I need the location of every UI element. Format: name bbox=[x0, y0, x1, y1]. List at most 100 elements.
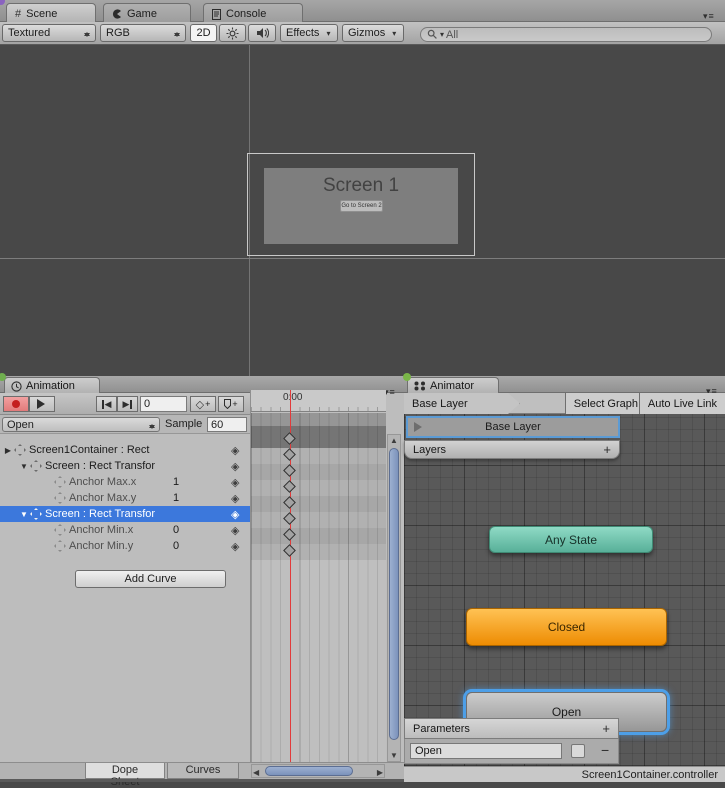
property-value[interactable]: 0 bbox=[173, 540, 179, 552]
scene-tab-dot bbox=[0, 0, 5, 5]
layer-row-base-layer[interactable]: Base Layer bbox=[406, 416, 620, 438]
keyframe-diamond-icon[interactable]: ◈ bbox=[231, 492, 239, 505]
parameter-name-field[interactable]: Open bbox=[410, 743, 562, 759]
scroll-right-icon[interactable]: ▶ bbox=[377, 768, 383, 777]
property-value[interactable]: 0 bbox=[173, 524, 179, 536]
rect-transform-icon bbox=[54, 524, 66, 536]
property-value[interactable]: 1 bbox=[173, 492, 179, 504]
screen1-go-button[interactable]: Go to Screen 2 bbox=[340, 200, 383, 212]
tab-dope-sheet[interactable]: Dope Sheet bbox=[85, 763, 165, 779]
audio-toggle-button[interactable] bbox=[248, 24, 276, 42]
property-row-anchor-max-y[interactable]: Anchor Max.y 1 ◈ bbox=[0, 490, 250, 506]
search-filter-caret-icon: ▾ bbox=[440, 30, 444, 39]
play-button[interactable] bbox=[29, 396, 55, 412]
first-key-button[interactable]: ◀ bbox=[96, 396, 117, 412]
animation-bottom-bar: Dope Sheet Curves ◀ ▶ bbox=[0, 762, 404, 779]
parameter-checkbox[interactable] bbox=[571, 744, 585, 758]
state-node-any-state[interactable]: Any State bbox=[489, 526, 653, 553]
scene-pane-menu-icon[interactable]: ▾≡ bbox=[703, 11, 715, 22]
keyframe-diamond-icon[interactable]: ◈ bbox=[231, 540, 239, 553]
scroll-up-icon[interactable]: ▲ bbox=[388, 436, 400, 445]
tab-animator-label: Animator bbox=[430, 380, 474, 392]
sample-field[interactable]: 60 bbox=[207, 417, 247, 432]
play-icon bbox=[37, 399, 50, 409]
last-key-button[interactable]: ▶ bbox=[117, 396, 138, 412]
timeline-ruler[interactable] bbox=[251, 390, 386, 412]
tab-console[interactable]: Console bbox=[203, 3, 303, 22]
foldout-collapsed-icon[interactable]: ▶ bbox=[3, 446, 13, 455]
shading-mode-dropdown[interactable]: Textured bbox=[2, 24, 96, 42]
add-event-button[interactable]: + bbox=[218, 396, 244, 412]
keyframe-diamond-icon[interactable]: ◈ bbox=[231, 444, 239, 457]
foldout-expanded-icon[interactable]: ▼ bbox=[19, 510, 29, 519]
grid-icon: # bbox=[15, 8, 21, 20]
gizmos-dropdown[interactable]: Gizmos▾ bbox=[342, 24, 404, 42]
tab-game[interactable]: Game bbox=[103, 3, 191, 22]
select-graph-button[interactable]: Select Graph bbox=[565, 393, 646, 414]
tab-scene[interactable]: # Scene bbox=[6, 3, 96, 22]
add-parameter-icon[interactable]: + bbox=[602, 721, 610, 736]
sun-icon bbox=[226, 27, 239, 40]
frame-field[interactable]: 0 bbox=[140, 396, 187, 412]
property-value[interactable]: 1 bbox=[173, 476, 179, 488]
property-row-screen-rect-1[interactable]: ▼ Screen : Rect Transfor ◈ bbox=[0, 458, 250, 474]
playhead[interactable] bbox=[290, 390, 291, 762]
scroll-down-icon[interactable]: ▼ bbox=[388, 751, 400, 760]
channels-dropdown[interactable]: RGB bbox=[100, 24, 186, 42]
chevron-down-icon: ▾ bbox=[326, 29, 330, 38]
effects-dropdown[interactable]: Effects▾ bbox=[280, 24, 338, 42]
auto-live-link-label: Auto Live Link bbox=[648, 398, 717, 410]
tab-animator[interactable]: Animator bbox=[407, 377, 499, 393]
keyframe-diamond-icon[interactable]: ◈ bbox=[231, 460, 239, 473]
add-layer-icon[interactable]: + bbox=[603, 442, 611, 457]
tab-console-label: Console bbox=[226, 8, 266, 20]
keyframe-diamond-icon[interactable]: ◈ bbox=[231, 524, 239, 537]
clip-dropdown[interactable]: Open bbox=[2, 417, 160, 432]
property-row-screen1container[interactable]: ▶ Screen1Container : Rect ◈ bbox=[0, 442, 250, 458]
2d-toggle-button[interactable]: 2D bbox=[190, 24, 217, 42]
property-row-anchor-min-y[interactable]: Anchor Min.y 0 ◈ bbox=[0, 538, 250, 554]
console-icon bbox=[212, 9, 221, 20]
game-icon bbox=[112, 9, 122, 19]
parameters-header[interactable]: Parameters + bbox=[404, 718, 619, 739]
lighting-toggle-button[interactable] bbox=[219, 24, 246, 42]
breadcrumb-base-layer[interactable]: Base Layer bbox=[404, 393, 520, 414]
tab-animation-label: Animation bbox=[26, 380, 75, 392]
keyframe-diamond-icon[interactable]: ◈ bbox=[231, 476, 239, 489]
parameters-label: Parameters bbox=[413, 723, 470, 735]
tab-curves[interactable]: Curves bbox=[167, 763, 239, 779]
foldout-expanded-icon[interactable]: ▼ bbox=[19, 462, 29, 471]
property-label: Anchor Min.y bbox=[69, 540, 133, 552]
screen1-title-text: Screen 1 bbox=[264, 175, 458, 197]
timeline-horizontal-scrollbar[interactable]: ◀ ▶ bbox=[251, 764, 385, 778]
canvas-guide-horizontal bbox=[0, 258, 725, 259]
horizontal-scroll-thumb[interactable] bbox=[265, 766, 353, 776]
property-row-anchor-min-x[interactable]: Anchor Min.x 0 ◈ bbox=[0, 522, 250, 538]
timeline-vertical-scrollbar[interactable]: ▲ ▼ bbox=[387, 434, 401, 762]
vertical-scroll-thumb[interactable] bbox=[389, 448, 399, 740]
rect-transform-icon bbox=[30, 508, 42, 520]
rect-transform-icon bbox=[54, 476, 66, 488]
property-label: Screen : Rect Transfor bbox=[45, 460, 155, 472]
property-row-anchor-max-x[interactable]: Anchor Max.x 1 ◈ bbox=[0, 474, 250, 490]
layers-header[interactable]: Layers + bbox=[404, 440, 620, 459]
search-input[interactable]: ▾ All bbox=[420, 27, 712, 42]
popup-arrows-icon bbox=[148, 421, 155, 429]
auto-live-link-button[interactable]: Auto Live Link bbox=[639, 393, 725, 414]
keyframe-diamond-icon[interactable]: ◈ bbox=[231, 508, 239, 521]
first-key-icon: ◀ bbox=[102, 399, 112, 410]
add-curve-button[interactable]: Add Curve bbox=[75, 570, 226, 588]
dope-sheet-timeline[interactable]: 0:00 bbox=[250, 390, 386, 762]
record-button[interactable] bbox=[3, 396, 29, 412]
tab-animation[interactable]: Animation bbox=[4, 377, 100, 393]
remove-parameter-icon[interactable]: − bbox=[601, 742, 609, 758]
state-node-closed[interactable]: Closed bbox=[466, 608, 667, 646]
animation-property-list: ▶ Screen1Container : Rect ◈ ▼ Screen : R… bbox=[0, 438, 250, 558]
property-row-screen-rect-2-selected[interactable]: ▼ Screen : Rect Transfor ◈ bbox=[0, 506, 250, 522]
parameter-row: Open − bbox=[404, 739, 619, 764]
add-keyframe-button[interactable]: ◇+ bbox=[190, 396, 216, 412]
scroll-left-icon[interactable]: ◀ bbox=[253, 768, 259, 777]
controller-status-bar: Screen1Container.controller bbox=[404, 766, 725, 782]
scene-viewport[interactable]: Screen 1 Go to Screen 2 bbox=[0, 45, 725, 376]
animator-graph-area[interactable]: Base Layer Layers + Any State Closed Ope… bbox=[404, 414, 725, 766]
